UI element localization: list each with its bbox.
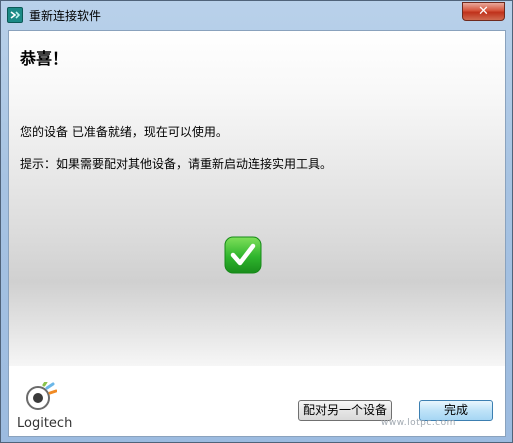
ready-message: 您的设备 已准备就绪，现在可以使用。 [20,125,228,139]
app-icon [7,7,23,23]
dialog-client-area: 恭喜！ 您的设备 已准备就绪，现在可以使用。 提示：如果需要配对其他设备，请重新… [8,30,506,437]
content-panel: 恭喜！ 您的设备 已准备就绪，现在可以使用。 提示：如果需要配对其他设备，请重新… [9,31,505,366]
logo-wordmark: Logitech [17,416,73,431]
checkmark-icon [224,236,262,274]
watermark: www.lotpc.com [381,418,456,428]
footer-panel: Logitech 配对另一个设备 完成 www.lotpc.com [9,366,505,436]
dialog-window: 重新连接软件 ✕ 恭喜！ 您的设备 已准备就绪，现在可以使用。 提示：如果需要配… [0,0,513,443]
window-title: 重新连接软件 [29,9,102,23]
page-title: 恭喜！ [20,49,69,68]
title-bar[interactable]: 重新连接软件 ✕ [1,1,512,31]
hint-message: 提示：如果需要配对其他设备，请重新启动连接实用工具。 [20,157,333,171]
pair-another-device-button[interactable]: 配对另一个设备 [298,400,392,421]
logitech-logo-icon [23,380,58,412]
close-button[interactable]: ✕ [462,2,505,21]
